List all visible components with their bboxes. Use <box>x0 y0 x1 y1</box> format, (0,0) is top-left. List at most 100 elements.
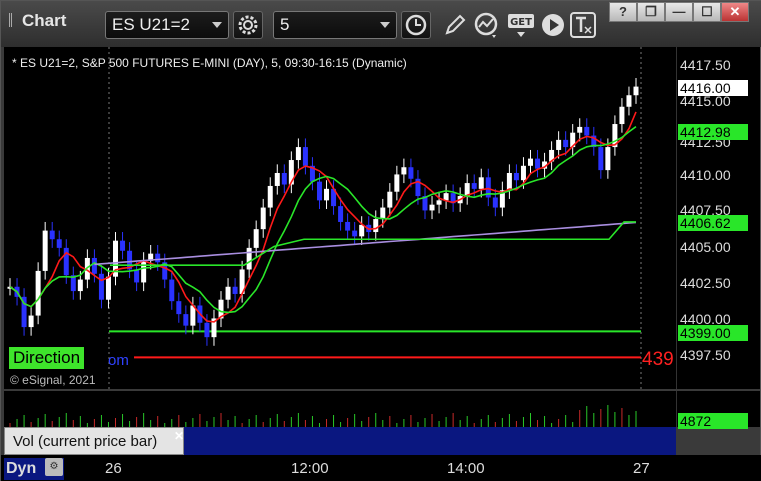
candle-body <box>253 229 259 248</box>
time-axis[interactable]: Dyn ⚙ 26 12:00 14:00 27 <box>1 455 761 481</box>
lock-icon[interactable]: ⚙ <box>45 458 63 476</box>
ma-purple-line <box>94 221 637 266</box>
candle-body <box>295 147 301 161</box>
candle-body <box>626 95 632 107</box>
close-icon: ✕ <box>729 4 741 19</box>
candle-body <box>176 301 182 315</box>
candle-body <box>352 230 358 237</box>
volume-study-label[interactable]: Vol (current price bar) <box>4 427 184 455</box>
clock-icon <box>405 14 427 36</box>
volume-study-bar: Vol (current price bar) ✕ <box>4 427 676 455</box>
close-icon[interactable]: ✕ <box>174 429 184 443</box>
volume-axis: 4872 <box>676 391 760 429</box>
candle-body <box>401 167 407 175</box>
candle-body <box>141 260 147 283</box>
y-tick-label: 4397.50 <box>680 347 731 363</box>
y-tick-label: 4402.50 <box>680 275 731 291</box>
candle-body <box>584 126 590 136</box>
candle-body <box>56 239 62 248</box>
studies-button[interactable] <box>473 11 501 39</box>
toolbar: Chart ES U21=2 5 GET ? ❐ — ☐ ✕ <box>1 1 761 47</box>
level-tag: 4399.00 <box>678 325 748 341</box>
dynamic-mode-label: Dyn <box>6 460 37 477</box>
chevron-down-icon[interactable] <box>212 22 222 28</box>
get-icon: GET <box>508 14 534 37</box>
y-tick-label: 4417.50 <box>680 57 731 73</box>
candle-body <box>49 230 55 240</box>
text-tool-button[interactable] <box>569 11 597 39</box>
candle-body <box>429 204 435 211</box>
last-price-tag: 4416.00 <box>678 80 748 96</box>
restore-button[interactable]: ❐ <box>637 2 665 22</box>
grip-icon <box>9 13 18 27</box>
symbol-value: ES U21=2 <box>112 15 190 34</box>
get-data-button[interactable]: GET <box>507 11 535 39</box>
candle-body <box>232 286 238 294</box>
y-tick-label: 4410.00 <box>680 167 731 183</box>
candle-body <box>380 207 386 220</box>
interval-selector[interactable]: 5 <box>273 11 397 39</box>
candle-body <box>338 206 344 222</box>
candle-body <box>98 273 104 300</box>
play-button[interactable] <box>539 11 567 39</box>
candle-body <box>260 207 266 230</box>
y-tick-label: 4405.00 <box>680 239 731 255</box>
window-controls: ? ❐ — ☐ ✕ <box>599 2 759 22</box>
candle-body <box>373 219 379 233</box>
volume-canvas[interactable] <box>4 391 676 427</box>
slow-ma-tag: 4406.62 <box>678 215 748 231</box>
price-chart[interactable]: * ES U21=2, S&P 500 FUTURES E-MINI (DAY)… <box>4 47 676 389</box>
candle-body <box>633 86 639 96</box>
candle-body <box>105 276 111 300</box>
chevron-down-icon[interactable] <box>380 22 390 28</box>
candle-body <box>535 158 541 169</box>
price-chart-canvas[interactable] <box>4 47 676 389</box>
candle-body <box>577 126 583 133</box>
window-title[interactable]: Chart <box>9 11 66 31</box>
candle-body <box>506 173 512 191</box>
candle-body <box>556 139 562 150</box>
time-label: 12:00 <box>291 460 329 477</box>
candle-body <box>169 279 175 302</box>
candle-body <box>619 106 625 125</box>
candle-body <box>225 286 231 300</box>
symbol-selector[interactable]: ES U21=2 <box>105 11 229 39</box>
candle-body <box>316 181 322 201</box>
candle-body <box>345 221 351 231</box>
direction-label[interactable]: Direction <box>9 347 85 369</box>
candle-body <box>436 200 442 205</box>
candle-body <box>120 240 126 251</box>
candle-body <box>281 173 287 185</box>
pencil-icon <box>445 14 466 35</box>
help-button[interactable]: ? <box>609 2 637 22</box>
candle-body <box>598 147 604 171</box>
copyright: © eSignal, 2021 <box>10 373 96 387</box>
candle-body <box>77 279 83 292</box>
get-icon-text: GET <box>510 17 532 28</box>
time-label: 14:00 <box>447 460 485 477</box>
volume-value-tag: 4872 <box>678 413 748 429</box>
price-axis[interactable]: 4417.50 4415.00 4412.50 4410.00 4407.50 … <box>676 47 760 389</box>
play-icon <box>542 14 564 36</box>
chart-window: Chart ES U21=2 5 GET ? ❐ — ☐ ✕ * ES U21=… <box>0 0 761 481</box>
candle-body <box>471 183 477 189</box>
volume-pane[interactable] <box>4 391 676 427</box>
candle-body <box>478 177 484 189</box>
fast-ma-tag: 4412.98 <box>678 124 748 140</box>
candle-body <box>520 165 526 181</box>
close-button[interactable]: ✕ <box>721 2 749 22</box>
draw-tool-button[interactable] <box>441 11 469 39</box>
chart-header: * ES U21=2, S&P 500 FUTURES E-MINI (DAY)… <box>12 56 407 70</box>
study-icon <box>474 12 498 38</box>
candle-body <box>204 322 210 338</box>
maximize-button[interactable]: ☐ <box>693 2 721 22</box>
interval-value: 5 <box>280 15 290 34</box>
candle-body <box>134 269 140 283</box>
text-format-icon <box>570 12 596 38</box>
interval-clock-button[interactable] <box>401 11 431 39</box>
symbol-settings-button[interactable] <box>233 11 263 39</box>
candle-body <box>28 315 34 328</box>
minimize-button[interactable]: — <box>665 2 693 22</box>
candle-body <box>155 253 161 263</box>
candle-body <box>359 224 365 237</box>
